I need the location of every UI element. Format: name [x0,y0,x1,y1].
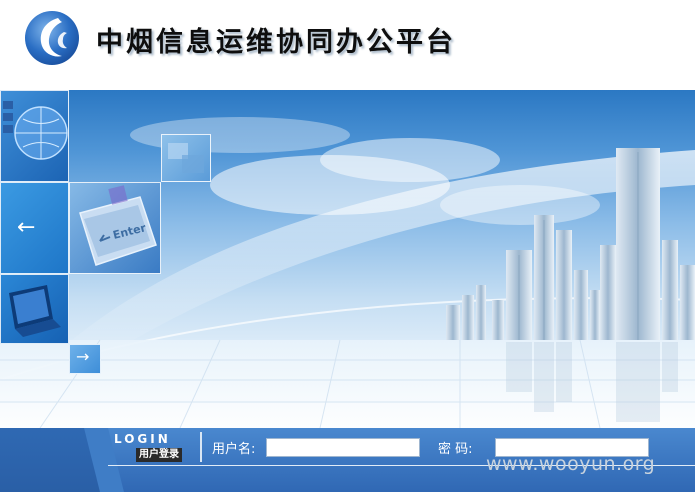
enter-key-icon: Enter [69,182,161,274]
password-label: 密 码: [438,442,473,457]
page-title: 中烟信息运维协同办公平台 [96,27,456,58]
username-input[interactable] [266,438,420,457]
login-page: 中烟信息运维协同办公平台 ← Enter → LOGIN 用户登录 用户名: 密… [0,0,695,492]
login-bar: LOGIN 用户登录 用户名: 密 码: www.wooyun.org [0,428,695,492]
arrow-right-icon: → [76,347,90,366]
tobacco-flame-logo [25,11,79,65]
arrow-right-tile: → [69,344,101,374]
login-heading: LOGIN [114,432,171,446]
header: 中烟信息运维协同办公平台 [0,0,695,90]
username-label: 用户名: [212,442,256,457]
login-badge: 用户登录 [136,448,182,462]
arrow-left-tile: ← [0,182,69,274]
monitor-icon [0,274,69,344]
tile-image-icon [161,134,211,182]
login-divider [200,432,202,462]
watermark: www.wooyun.org [486,453,656,475]
globe-keyboard-icon [0,90,69,182]
arrow-left-icon: ← [17,215,36,240]
